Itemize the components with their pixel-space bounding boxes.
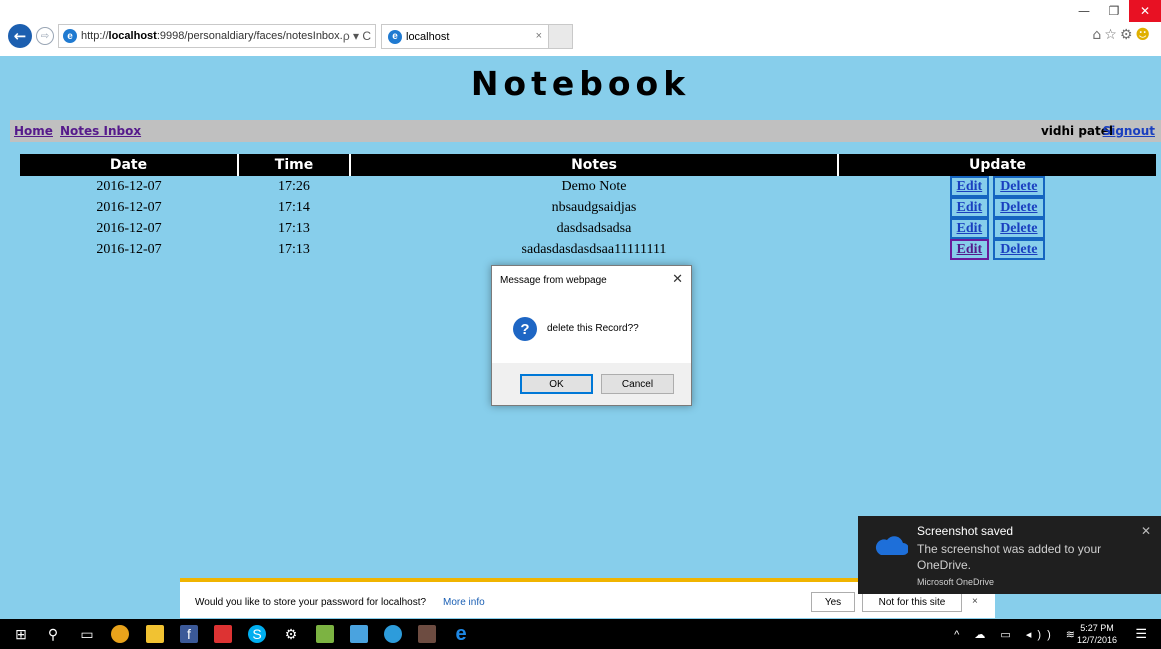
app-chart-icon[interactable] [316,625,334,643]
cell-note: nbsaudgsaidjas [551,199,637,215]
ie-icon: e [63,29,77,43]
edit-button[interactable]: Edit [949,176,990,197]
cell-update: Edit Delete [838,218,1156,239]
nav-bar: Home Notes Inbox vidhi patel Signout [10,120,1161,142]
not-for-this-site-button[interactable]: Not for this site [862,592,962,612]
system-tray-icons[interactable]: ^ ☁ ▭ ◂)) ≋ [954,628,1081,641]
browser-chrome: ← ⇨ e http://localhost:9998/personaldiar… [0,0,1161,56]
cancel-button[interactable]: Cancel [601,374,674,394]
toast-close-icon[interactable]: ✕ [1141,524,1151,538]
dialog-close-icon[interactable]: ✕ [672,271,683,287]
facebook-icon[interactable]: f [180,625,198,643]
nav-notes-inbox-link[interactable]: Notes Inbox [60,124,141,138]
delete-button[interactable]: Delete [993,176,1045,197]
home-icon[interactable]: ⌂ [1092,27,1104,43]
task-view-icon[interactable]: ▭ [78,625,96,643]
cell-time: 17:13 [278,241,310,257]
address-url: http://localhost:9998/personaldiary/face… [81,30,343,42]
forward-arrow-icon[interactable]: ⇨ [36,27,54,45]
new-tab-button[interactable] [549,24,573,49]
taskbar: ⊞ ⚲ ▭ f S ⚙ e ^ ☁ ▭ ◂)) ≋ 5:27 PM 12/7/2… [0,619,1161,649]
table-header-row: Date Time Notes Update [20,154,1156,176]
address-bar[interactable]: e http://localhost:9998/personaldiary/fa… [58,24,376,48]
header-notes: Notes [350,154,839,176]
taskbar-clock[interactable]: 5:27 PM 12/7/2016 [1077,622,1117,646]
cell-date: 2016-12-07 [96,220,162,236]
ok-button[interactable]: OK [520,374,593,394]
cell-date: 2016-12-07 [96,241,162,257]
delete-button[interactable]: Delete [993,239,1045,260]
internet-explorer-icon[interactable]: e [452,623,470,645]
password-bar-close-icon[interactable]: × [972,596,978,607]
virtualbox-icon[interactable] [350,625,368,643]
cell-update: Edit Delete [838,197,1156,218]
cell-note: dasdsadsadsa [556,220,632,236]
tab-close-icon[interactable]: × [536,30,542,42]
cell-note: Demo Note [561,178,627,194]
tab-title: localhost [406,30,450,43]
cell-time: 17:14 [278,199,310,215]
delete-button[interactable]: Delete [993,218,1045,239]
header-time: Time [238,154,351,176]
tab-ie-icon: e [388,29,402,44]
edit-button[interactable]: Edit [949,218,990,239]
save-password-yes-button[interactable]: Yes [811,592,855,612]
more-info-link[interactable]: More info [443,597,485,608]
smiley-feedback-icon[interactable]: ☻ [1135,27,1153,43]
windows-start-icon[interactable]: ⊞ [12,625,30,643]
edit-button[interactable]: Edit [949,197,990,218]
chrome-icon[interactable] [111,625,129,643]
dialog-message: delete this Record?? [547,323,639,334]
minimize-icon[interactable]: — [1069,0,1099,22]
restore-icon[interactable]: ❐ [1099,0,1129,22]
dialog-footer: OK Cancel [492,363,691,405]
skype-icon[interactable]: S [248,625,266,643]
cell-note: sadasdasdasdsaa11111111 [521,241,667,257]
settings-gear-icon[interactable]: ⚙ [1120,27,1136,43]
toast-title: Screenshot saved [917,524,1014,538]
notes-table: Date Time Notes Update 2016-12-07 17:26 … [20,154,1156,260]
clock-time: 5:27 PM [1080,623,1114,633]
close-window-icon[interactable]: ✕ [1129,0,1161,22]
question-icon: ? [513,317,537,341]
action-center-icon[interactable]: ☰ [1135,626,1147,642]
onedrive-toast[interactable]: Screenshot saved The screenshot was adde… [858,516,1161,594]
file-explorer-icon[interactable] [146,625,164,643]
toast-body: The screenshot was added to your OneDriv… [917,542,1102,572]
favorites-star-icon[interactable]: ☆ [1104,27,1120,43]
edit-button[interactable]: Edit [949,239,990,260]
dialog-title: Message from webpage [500,275,607,286]
signout-link[interactable]: Signout [1103,124,1155,138]
table-row: 2016-12-07 17:26 Demo Note Edit Delete [20,176,1156,197]
cell-time: 17:26 [278,178,310,194]
address-tools[interactable]: ρ ▾ C [343,29,371,43]
app-red-icon[interactable] [214,625,232,643]
delete-button[interactable]: Delete [993,197,1045,218]
search-icon[interactable]: ⚲ [44,625,62,643]
confirm-dialog: Message from webpage ✕ ? delete this Rec… [491,265,692,406]
cell-update: Edit Delete [838,239,1156,260]
clock-date: 12/7/2016 [1076,635,1117,645]
settings-gear-taskbar-icon[interactable]: ⚙ [282,625,300,643]
table-row: 2016-12-07 17:13 sadasdasdasdsaa11111111… [20,239,1156,260]
cell-date: 2016-12-07 [96,199,162,215]
header-date: Date [20,154,239,176]
table-row: 2016-12-07 17:14 nbsaudgsaidjas Edit Dele… [20,197,1156,218]
window-controls: — ❐ ✕ [1069,0,1161,22]
cell-time: 17:13 [278,220,310,236]
toast-app-name: Microsoft OneDrive [917,577,995,587]
onedrive-cloud-icon [875,536,908,555]
table-row: 2016-12-07 17:13 dasdsadsadsa Edit Delete [20,218,1156,239]
app-blue-circle-icon[interactable] [384,625,402,643]
browser-tab[interactable]: e localhost × [381,24,549,49]
nav-home-link[interactable]: Home [14,124,53,138]
password-prompt-text: Would you like to store your password fo… [195,597,427,608]
browser-toolbar-icons[interactable]: ⌂☆⚙☻ [1092,27,1153,43]
cell-update: Edit Delete [838,176,1156,197]
back-arrow-icon[interactable]: ← [8,24,32,48]
header-update: Update [838,154,1156,176]
app-brown-icon[interactable] [418,625,436,643]
page-title: Notebook [470,64,691,103]
cell-date: 2016-12-07 [96,178,162,194]
